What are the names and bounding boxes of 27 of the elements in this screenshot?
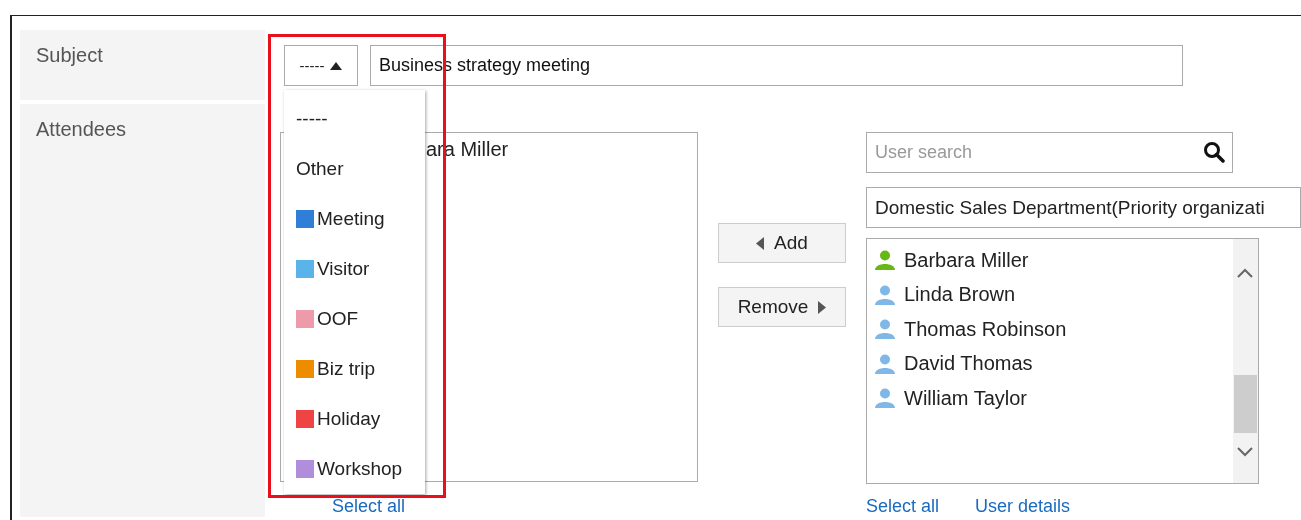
menu-item[interactable]: Visitor	[284, 244, 425, 294]
user-list-item[interactable]: David Thomas	[874, 346, 1233, 381]
search-field[interactable]: User search	[866, 132, 1233, 173]
menu-item[interactable]: Holiday	[284, 394, 425, 444]
right-triangle-icon	[818, 300, 827, 314]
select-all-link[interactable]: Select all	[332, 496, 698, 517]
menu-item[interactable]: Meeting	[284, 194, 425, 244]
menu-item[interactable]: Workshop	[284, 444, 425, 494]
link[interactable]: Select all	[866, 496, 940, 517]
menu-item[interactable]: Other	[284, 144, 425, 194]
caret-up-icon	[330, 61, 343, 70]
search-icon	[1203, 141, 1225, 163]
remove-button[interactable]: Remove	[718, 287, 846, 327]
link[interactable]: User details	[975, 496, 1071, 517]
add-button[interactable]: Add	[718, 223, 846, 263]
user-list-item[interactable]: Linda Brown	[874, 277, 1233, 312]
organization-dropdown[interactable]: Domestic Sales Department(Priority organizati	[866, 187, 1301, 228]
menu-item[interactable]: OOF	[284, 294, 425, 344]
user-list-item[interactable]: William Taylor	[874, 381, 1233, 416]
user-list-item[interactable]: Thomas Robinson	[874, 312, 1233, 347]
field-label: Subject	[36, 44, 104, 67]
category-dropdown[interactable]: -----	[284, 45, 358, 86]
menu-item[interactable]: Biz trip	[284, 344, 425, 394]
user-list-item[interactable]: Barbara Miller	[874, 243, 1233, 278]
left-triangle-icon	[756, 236, 765, 250]
menu-item[interactable]: -----	[284, 94, 425, 144]
field-label: Attendees	[36, 118, 128, 141]
